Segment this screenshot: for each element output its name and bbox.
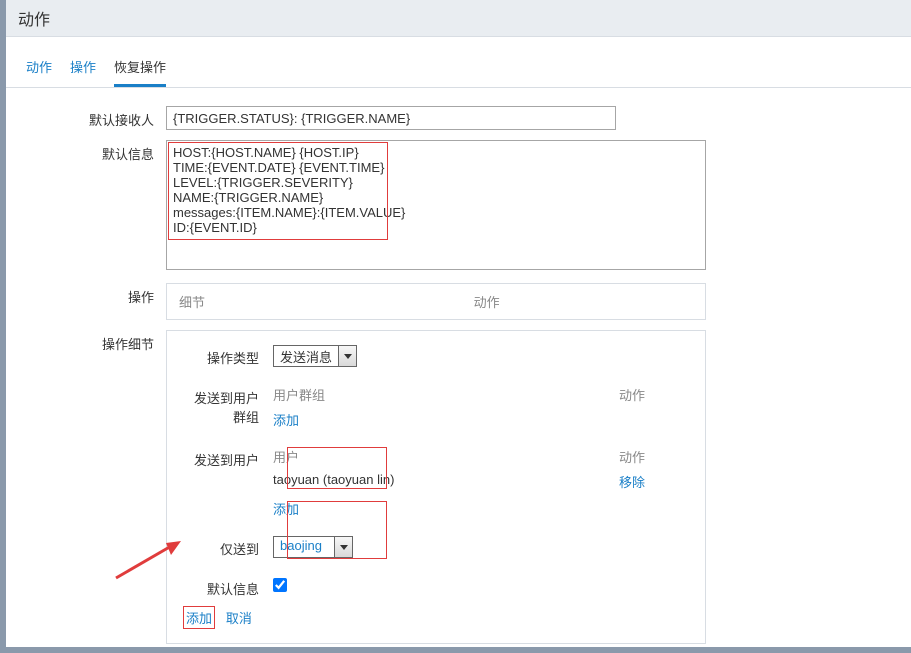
group-table: 用户群组 动作 添加 <box>273 385 689 429</box>
operations-col-detail: 细节 <box>169 286 462 317</box>
default-msg-chk-label: 默认信息 <box>183 576 273 598</box>
user-col-action: 动作 <box>619 447 689 466</box>
sendto-value: baojing <box>274 537 334 557</box>
default-message-textarea[interactable] <box>166 140 706 270</box>
op-type-select[interactable]: 发送消息 <box>273 345 357 367</box>
tab-recovery-ops[interactable]: 恢复操作 <box>114 57 166 87</box>
user-add-link[interactable]: 添加 <box>273 502 299 517</box>
user-table-row: taoyuan (taoyuan lin) 移除 <box>273 472 689 491</box>
tab-actions[interactable]: 动作 <box>26 57 52 87</box>
user-table: 用户 动作 taoyuan (taoyuan lin) 移除 添加 <box>273 447 689 518</box>
default-msg-checkbox[interactable] <box>273 578 287 592</box>
chevron-down-icon <box>334 537 352 557</box>
op-type-label: 操作类型 <box>183 345 273 367</box>
operation-detail-box: 操作类型 发送消息 发送到用户群组 用户群组 <box>166 330 706 644</box>
group-add-link[interactable]: 添加 <box>273 413 299 428</box>
group-col-action: 动作 <box>619 385 689 404</box>
chevron-down-icon <box>338 346 356 366</box>
default-recipient-input[interactable] <box>166 106 616 130</box>
default-recipient-label: 默认接收人 <box>26 106 166 129</box>
sendto-select[interactable]: baojing <box>273 536 353 558</box>
user-remove-link[interactable]: 移除 <box>619 475 645 490</box>
group-col-group: 用户群组 <box>273 385 619 404</box>
user-col-user: 用户 <box>273 447 619 466</box>
page-title: 动作 <box>6 0 911 37</box>
operations-col-action: 动作 <box>464 286 703 317</box>
user-row-name: taoyuan (taoyuan lin) <box>273 472 619 491</box>
operations-label: 操作 <box>26 283 166 306</box>
default-message-label: 默认信息 <box>26 140 166 163</box>
sendto-label: 仅送到 <box>183 536 273 558</box>
op-type-value: 发送消息 <box>274 346 338 366</box>
detail-cancel-link[interactable]: 取消 <box>226 611 252 626</box>
detail-add-cancel-row: 添加 取消 <box>183 606 689 629</box>
send-user-label: 发送到用户 <box>183 447 273 469</box>
opdetail-label: 操作细节 <box>26 330 166 353</box>
tab-operations[interactable]: 操作 <box>70 57 96 87</box>
send-group-label: 发送到用户群组 <box>183 385 273 426</box>
operations-table: 细节 动作 <box>166 283 706 320</box>
detail-add-link[interactable]: 添加 <box>186 611 212 626</box>
tabs: 动作 操作 恢复操作 <box>6 37 911 88</box>
